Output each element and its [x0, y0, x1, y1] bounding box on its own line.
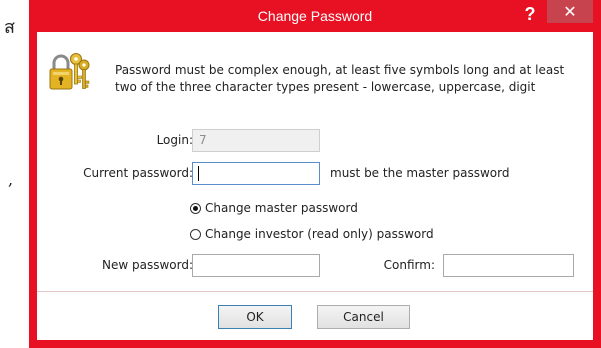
- current-password-hint: must be the master password: [330, 166, 510, 180]
- dialog-body: Password must be complex enough, at leas…: [37, 32, 593, 340]
- radio-change-master[interactable]: Change master password: [190, 201, 358, 215]
- password-requirements-text: Password must be complex enough, at leas…: [115, 63, 565, 94]
- radio-label: Change master password: [205, 201, 358, 215]
- radio-button-checked[interactable]: [190, 202, 201, 214]
- login-field: 7: [192, 129, 320, 152]
- title-bar[interactable]: Change Password ? ✕: [29, 0, 601, 32]
- text-caret: [198, 166, 199, 181]
- radio-change-investor[interactable]: Change investor (read only) password: [190, 227, 434, 241]
- keys-lock-icon: [49, 53, 90, 90]
- radio-label: Change investor (read only) password: [205, 227, 434, 241]
- background-glyph: ,: [8, 170, 14, 189]
- help-button[interactable]: ?: [518, 3, 542, 25]
- divider: [37, 291, 593, 292]
- dialog-title: Change Password: [257, 8, 373, 24]
- close-button[interactable]: ✕: [547, 0, 593, 23]
- ok-button[interactable]: OK: [218, 305, 292, 329]
- current-password-label: Current password:: [83, 166, 193, 180]
- background-glyph: ส: [4, 17, 15, 38]
- new-password-input[interactable]: [192, 254, 320, 277]
- login-value: 7: [199, 133, 207, 147]
- login-label: Login:: [156, 133, 193, 147]
- confirm-label: Confirm:: [383, 258, 435, 272]
- radio-button[interactable]: [190, 228, 201, 240]
- new-password-label: New password:: [101, 258, 193, 272]
- cancel-button[interactable]: Cancel: [317, 305, 410, 329]
- background-window: ส ,: [0, 0, 30, 348]
- close-icon: ✕: [563, 2, 577, 21]
- change-password-dialog: Change Password ? ✕ Password must be com…: [29, 0, 601, 348]
- confirm-input[interactable]: [443, 254, 574, 277]
- current-password-input[interactable]: [192, 162, 320, 185]
